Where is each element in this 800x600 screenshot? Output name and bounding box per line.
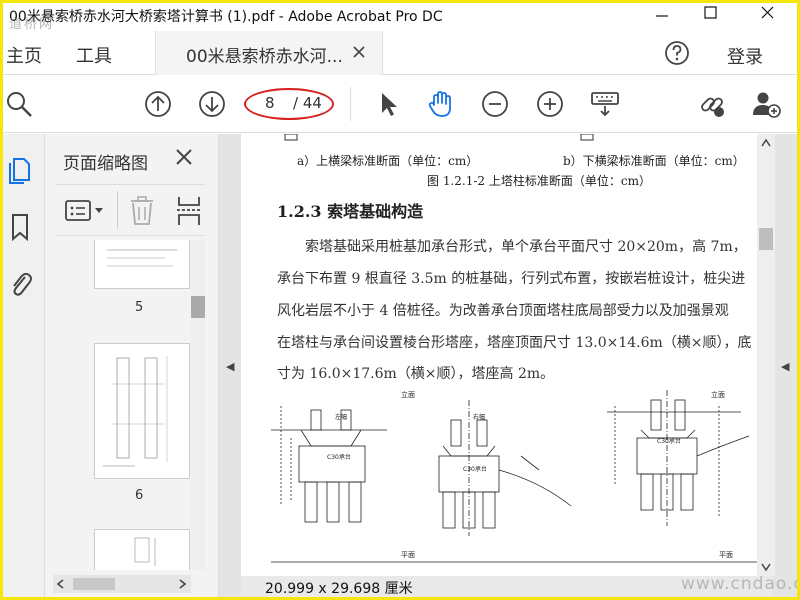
drawing-label-cap: C30承台 — [657, 438, 681, 445]
paragraph-line: 风化岩层不小于 4 倍桩径。为改善承台顶面塔柱底局部受力以及加强景观 — [277, 303, 729, 319]
document-area: ◀ ◀ a）上横梁标准断面（单位：cm） b）下横梁标准断面（单位：cm） 图 … — [219, 134, 797, 597]
minimize-button[interactable] — [639, 3, 683, 29]
panel-title: 页面缩略图 — [63, 154, 148, 174]
drawing-label-plan: 平面 — [401, 551, 415, 559]
trash-icon — [131, 196, 153, 225]
close-icon — [761, 6, 774, 19]
status-bar: 20.999 x 29.698 厘米 www.cndao.com — [241, 574, 797, 597]
tab-document-label: 00米悬索桥赤水河... — [186, 47, 343, 67]
collapse-left-arrow-icon[interactable]: ◀ — [226, 360, 234, 373]
share-link-button[interactable] — [697, 89, 727, 119]
document-scroll-thumb[interactable] — [759, 228, 773, 250]
page-thumbnails-icon[interactable] — [7, 154, 33, 184]
annotation-ring — [244, 88, 334, 120]
caption-a: a）上横梁标准断面（单位：cm） — [297, 154, 479, 168]
document-scrollbar[interactable] — [757, 134, 775, 576]
drawing-label-elevation: 立面 — [401, 391, 415, 399]
plus-circle-icon — [537, 91, 563, 117]
drawing-label-left: 左幅 — [335, 414, 348, 421]
keyboard-tool-button[interactable] — [589, 89, 619, 119]
tab-tools[interactable]: 工具 — [76, 42, 112, 68]
drawing-label-plan: 平面 — [719, 551, 733, 559]
foundation-drawing: 立面 立面 左幅 右幅 C30承台 C30承台 C30承台 平面 平面 — [271, 386, 771, 576]
panel-divider — [117, 191, 118, 229]
thumbnail-number: 6 — [135, 488, 144, 503]
window-title: 00米悬索桥赤水河大桥索塔计算书 (1).pdf - Adobe Acrobat… — [9, 9, 443, 25]
link-icon — [701, 97, 724, 117]
thumbnail-number: 5 — [135, 300, 144, 315]
hand-tool-button[interactable] — [426, 89, 456, 119]
toolbar: 8 / 44 — [3, 75, 797, 133]
drawing-label-elevation: 立面 — [711, 391, 725, 399]
drawing-label-cap: C30承台 — [327, 454, 351, 461]
paragraph-line: 承台下布置 9 根直径 3.5m 的桩基础，行列式布置，按嵌岩桩设计，桩尖进 — [277, 271, 746, 287]
search-icon — [7, 92, 32, 117]
cursor-arrow-icon — [382, 93, 397, 116]
minus-circle-icon — [482, 91, 508, 117]
keyboard-icon — [591, 92, 619, 117]
panel-toolbar — [55, 184, 205, 236]
figure-caption: 图 1.2.1-2 上塔柱标准断面（单位：cm） — [427, 174, 651, 188]
acrobat-window: 00米悬索桥赤水河大桥索塔计算书 (1).pdf - Adobe Acrobat… — [0, 0, 800, 600]
page-split-icon — [177, 197, 201, 225]
hand-icon — [428, 91, 451, 117]
tab-bar: 主页 工具 00米悬索桥赤水河... 登录 — [3, 31, 797, 75]
arrow-up-circle-icon — [145, 91, 171, 117]
top-drawing-fragment — [284, 134, 594, 141]
toolbar-divider — [350, 87, 351, 121]
options-menu-button[interactable] — [65, 199, 107, 223]
section-heading: 1.2.3 索塔基础构造 — [277, 202, 424, 221]
close-icon — [176, 149, 192, 165]
paragraph-line: 寸为 16.0×17.6m（横×顺），塔座高 2m。 — [277, 366, 555, 382]
thumbnail-page-6[interactable] — [95, 344, 189, 478]
attachment-icon[interactable] — [7, 268, 33, 298]
add-user-button[interactable] — [751, 89, 781, 119]
extract-page-button[interactable] — [177, 195, 203, 227]
zoom-in-button[interactable] — [535, 89, 565, 119]
tab-home[interactable]: 主页 — [6, 42, 42, 68]
caption-b: b）下横梁标准断面（单位：cm） — [563, 154, 745, 168]
maximize-icon — [704, 6, 717, 19]
next-page-button[interactable] — [197, 89, 227, 119]
tab-document[interactable]: 00米悬索桥赤水河... — [155, 31, 383, 75]
help-icon — [665, 41, 689, 65]
paragraph-line: 索塔基础采用桩基加承台形式，单个承台平面尺寸 20×20m，高 7m， — [305, 239, 747, 255]
zoom-out-button[interactable] — [480, 89, 510, 119]
add-user-icon — [753, 92, 781, 118]
close-panel-button[interactable] — [175, 148, 193, 166]
collapse-right-arrow-icon[interactable]: ◀ — [781, 360, 789, 373]
arrow-down-circle-icon — [199, 91, 225, 117]
watermark-logo: 道桥网 — [9, 17, 55, 32]
list-options-icon — [65, 200, 103, 221]
delete-page-button[interactable] — [129, 196, 155, 226]
previous-page-button[interactable] — [143, 89, 173, 119]
thumbnails-panel: 页面缩略图 5 6 — [45, 134, 219, 597]
thumbnails-scrollbar[interactable] — [191, 240, 205, 570]
search-button[interactable] — [5, 89, 35, 119]
thumbnails-scroll-thumb[interactable] — [191, 296, 205, 318]
help-button[interactable] — [663, 39, 691, 67]
drawing-label-right: 右幅 — [473, 414, 486, 421]
pdf-page: a）上横梁标准断面（单位：cm） b）下横梁标准断面（单位：cm） 图 1.2.… — [241, 134, 773, 576]
site-watermark: www.cndao.com — [681, 574, 797, 594]
login-button[interactable]: 登录 — [727, 43, 763, 69]
thumbnail-page-7[interactable] — [95, 530, 189, 570]
paragraph-line: 在塔柱与承台间设置棱台形塔座，塔座顶面尺寸 13.0×14.6m（横×顺），底 — [277, 335, 752, 351]
minimize-icon — [656, 15, 668, 17]
page-size-text: 20.999 x 29.698 厘米 — [265, 581, 413, 597]
thumbnail-page-5[interactable] — [95, 240, 189, 288]
close-tab-icon[interactable] — [352, 45, 366, 59]
select-tool-button[interactable] — [373, 89, 403, 119]
thumbnails-horizontal-scrollbar[interactable] — [53, 575, 191, 593]
thumbnail-list: 5 6 — [45, 240, 205, 570]
close-window-button[interactable] — [745, 3, 789, 29]
bookmark-icon[interactable] — [7, 212, 33, 242]
left-rail — [3, 134, 45, 597]
maximize-button[interactable] — [689, 3, 733, 29]
title-bar: 00米悬索桥赤水河大桥索塔计算书 (1).pdf - Adobe Acrobat… — [3, 3, 797, 32]
drawing-label-cap: C30承台 — [463, 466, 487, 473]
